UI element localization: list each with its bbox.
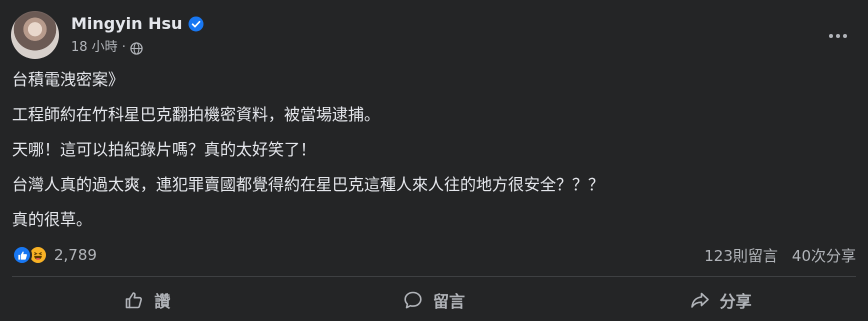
- post-text-line: 台灣人真的過太爽，連犯罪賣國都覺得約在星巴克這種人來人往的地方很安全？？？: [12, 175, 605, 194]
- post-text-line: 工程師約在竹科星巴克翻拍機密資料，被當場逮捕。: [12, 105, 381, 124]
- meta-separator: ·: [121, 40, 126, 55]
- shares-count[interactable]: 40次分享: [792, 245, 856, 266]
- post-text-line: 天哪！這可以拍紀錄片嗎？真的太好笑了！: [12, 140, 317, 159]
- comment-button-label: 留言: [433, 292, 466, 311]
- reaction-icons: [12, 245, 48, 265]
- stats-right: 123則留言 40次分享: [704, 245, 856, 266]
- comments-count[interactable]: 123則留言: [704, 245, 778, 266]
- share-button[interactable]: 分享: [577, 280, 864, 320]
- post-meta: 18 小時 ·: [71, 39, 143, 57]
- share-arrow-icon: [690, 290, 710, 310]
- more-options-button[interactable]: [820, 18, 856, 54]
- globe-icon[interactable]: [130, 41, 143, 55]
- like-reaction-icon: [12, 245, 32, 265]
- verified-badge-icon: [188, 16, 204, 32]
- reactions-summary[interactable]: 2,789: [12, 245, 97, 265]
- comment-button[interactable]: 留言: [291, 280, 578, 320]
- post-text-line: 台積電洩密案》: [12, 70, 125, 89]
- facebook-post: Mingyin Hsu 18 小時 · 台積電洩密案》 工程師約在竹科星巴克翻拍…: [0, 0, 868, 321]
- post-timestamp[interactable]: 18 小時: [71, 39, 118, 57]
- post-actions: 讚 留言 分享: [4, 280, 864, 320]
- divider: [12, 276, 856, 277]
- more-horizontal-icon: [829, 34, 847, 38]
- engagement-stats: 2,789 123則留言 40次分享: [12, 244, 856, 266]
- author-row: Mingyin Hsu: [71, 14, 204, 34]
- reactions-count: 2,789: [54, 246, 97, 264]
- post-content: 台積電洩密案》 工程師約在竹科星巴克翻拍機密資料，被當場逮捕。 天哪！這可以拍紀…: [12, 70, 856, 245]
- comment-bubble-icon: [403, 290, 423, 310]
- author-name[interactable]: Mingyin Hsu: [71, 14, 182, 34]
- share-button-label: 分享: [719, 292, 752, 311]
- avatar[interactable]: [11, 11, 59, 59]
- post-text-line: 真的很草。: [12, 210, 93, 229]
- thumbs-up-icon: [124, 290, 144, 310]
- like-button-label: 讚: [154, 292, 171, 311]
- like-button[interactable]: 讚: [4, 280, 291, 320]
